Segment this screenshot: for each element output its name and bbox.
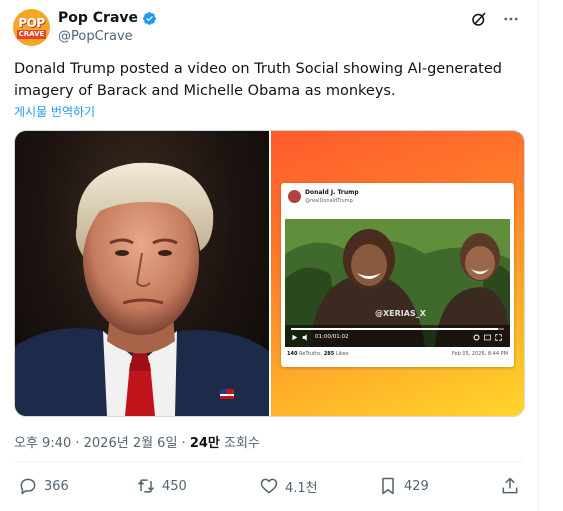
reply-icon bbox=[20, 478, 36, 495]
retruths-label: ReTruths bbox=[299, 351, 321, 357]
pip-icon[interactable] bbox=[484, 334, 491, 341]
settings-icon[interactable] bbox=[473, 334, 480, 341]
reply-count: 366 bbox=[44, 478, 69, 494]
video-progress[interactable] bbox=[291, 328, 504, 330]
like-button[interactable]: 4.1천 bbox=[259, 476, 318, 496]
video-controls: 01:00/01:02 bbox=[285, 325, 510, 347]
author-handle[interactable]: @PopCrave bbox=[58, 28, 133, 45]
retweet-button[interactable]: 450 bbox=[136, 476, 187, 496]
tweet-timestamp[interactable]: 오후 9:40 · 2026년 2월 6일 · 24만 조회수 bbox=[14, 432, 260, 451]
retweet-icon bbox=[137, 479, 155, 493]
avatar-text-top: POP bbox=[18, 15, 45, 30]
like-count: 4.1천 bbox=[285, 480, 318, 496]
embedded-post-card: Donald J. Trump @realDonaldTrump @XERIAS… bbox=[281, 183, 514, 367]
embedded-author-handle: @realDonaldTrump bbox=[305, 198, 353, 204]
translate-link[interactable]: 게시물 번역하기 bbox=[14, 103, 95, 120]
volume-icon[interactable] bbox=[302, 334, 310, 341]
author-name-row[interactable]: Pop Crave bbox=[58, 9, 157, 27]
media-photo-screenshot[interactable]: Donald J. Trump @realDonaldTrump @XERIAS… bbox=[271, 131, 524, 416]
video-watermark: @XERIAS_X bbox=[375, 309, 426, 318]
portrait-illustration bbox=[15, 162, 269, 416]
retweet-count: 450 bbox=[162, 478, 187, 494]
author-name[interactable]: Pop Crave bbox=[58, 9, 138, 27]
tweet-media[interactable]: Donald J. Trump @realDonaldTrump @XERIAS… bbox=[14, 130, 525, 417]
embedded-author-name: Donald J. Trump bbox=[305, 189, 359, 196]
bookmark-button[interactable]: 429 bbox=[378, 476, 429, 496]
retruths-count: 140 bbox=[287, 351, 298, 357]
view-label: 조회수 bbox=[219, 436, 260, 451]
share-icon bbox=[502, 477, 518, 494]
likes-label: Likes bbox=[335, 351, 349, 357]
bookmark-icon bbox=[382, 477, 394, 495]
action-bar: 366 450 4.1천 429 bbox=[14, 476, 523, 500]
fullscreen-icon[interactable] bbox=[495, 334, 502, 341]
embedded-post-footer: 140 ReTruths 285 Likes Feb 05, 2026, 8:4… bbox=[287, 351, 508, 357]
reply-button[interactable]: 366 bbox=[18, 476, 69, 496]
embedded-avatar bbox=[288, 190, 301, 203]
tweet-time[interactable]: 오후 9:40 · 2026년 2월 6일 · bbox=[14, 436, 190, 451]
video-time: 01:00/01:02 bbox=[315, 334, 349, 340]
grok-icon[interactable] bbox=[470, 10, 488, 28]
like-icon bbox=[260, 478, 278, 494]
timeline-border bbox=[538, 0, 539, 511]
divider bbox=[14, 461, 523, 462]
view-count: 24만 bbox=[189, 436, 220, 451]
avatar[interactable]: POP CRAVE bbox=[13, 9, 50, 46]
top-actions bbox=[470, 10, 520, 28]
embedded-video: @XERIAS_X 01:00/01:02 bbox=[285, 219, 510, 347]
embedded-post-date: Feb 05, 2026, 8:44 PM bbox=[451, 351, 508, 357]
verified-badge-icon bbox=[143, 11, 156, 25]
likes-count: 285 bbox=[323, 351, 335, 357]
share-button[interactable] bbox=[500, 476, 520, 496]
video-progress-fill bbox=[291, 328, 498, 330]
more-icon[interactable] bbox=[502, 10, 520, 28]
tweet-text: Donald Trump posted a video on Truth Soc… bbox=[14, 61, 502, 99]
media-photo-portrait[interactable] bbox=[15, 131, 269, 416]
bookmark-count: 429 bbox=[404, 478, 429, 494]
play-icon[interactable] bbox=[291, 334, 298, 341]
avatar-text-bottom: CRAVE bbox=[16, 29, 47, 39]
